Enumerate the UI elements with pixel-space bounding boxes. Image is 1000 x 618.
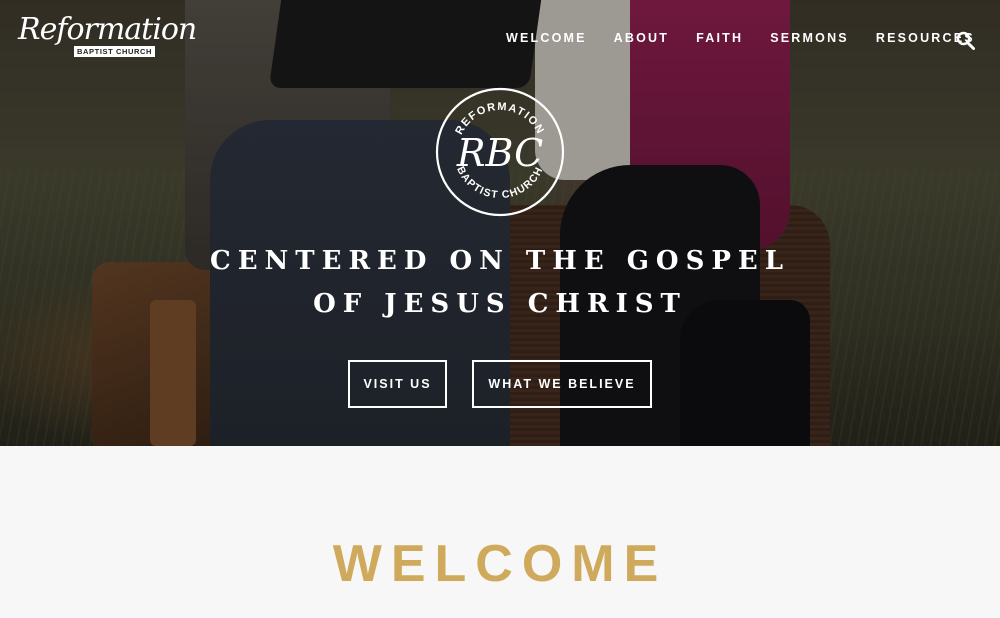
site-header: Reformation BAPTIST CHURCH WELCOME ABOUT… xyxy=(0,0,1000,80)
main-nav: WELCOME ABOUT FAITH SERMONS RESOURCES xyxy=(506,31,975,45)
hero-headline: CENTERED ON THE GOSPEL OF JESUS CHRIST xyxy=(0,240,1000,326)
nav-item-faith[interactable]: FAITH xyxy=(696,31,743,45)
site-logo[interactable]: Reformation BAPTIST CHURCH xyxy=(18,12,197,62)
nav-item-about[interactable]: ABOUT xyxy=(614,31,669,45)
logo-subtitle: BAPTIST CHURCH xyxy=(74,46,156,57)
church-emblem: REFORMATION BAPTIST CHURCH RBC xyxy=(434,86,566,218)
visit-us-button[interactable]: VISIT US xyxy=(348,360,447,408)
welcome-title: WELCOME xyxy=(332,535,668,593)
what-we-believe-button[interactable]: WHAT WE BELIEVE xyxy=(472,360,652,408)
search-icon[interactable] xyxy=(956,31,976,51)
hero-headline-line2: OF JESUS CHRIST xyxy=(313,289,687,319)
hero-section: Reformation BAPTIST CHURCH WELCOME ABOUT… xyxy=(0,0,1000,446)
welcome-section: WELCOME xyxy=(0,446,1000,618)
logo-script-text: Reformation xyxy=(18,12,197,47)
nav-item-sermons[interactable]: SERMONS xyxy=(770,31,849,45)
emblem-monogram: RBC xyxy=(456,131,543,175)
nav-item-welcome[interactable]: WELCOME xyxy=(506,31,587,45)
hero-headline-line1: CENTERED ON THE GOSPEL xyxy=(210,246,790,276)
